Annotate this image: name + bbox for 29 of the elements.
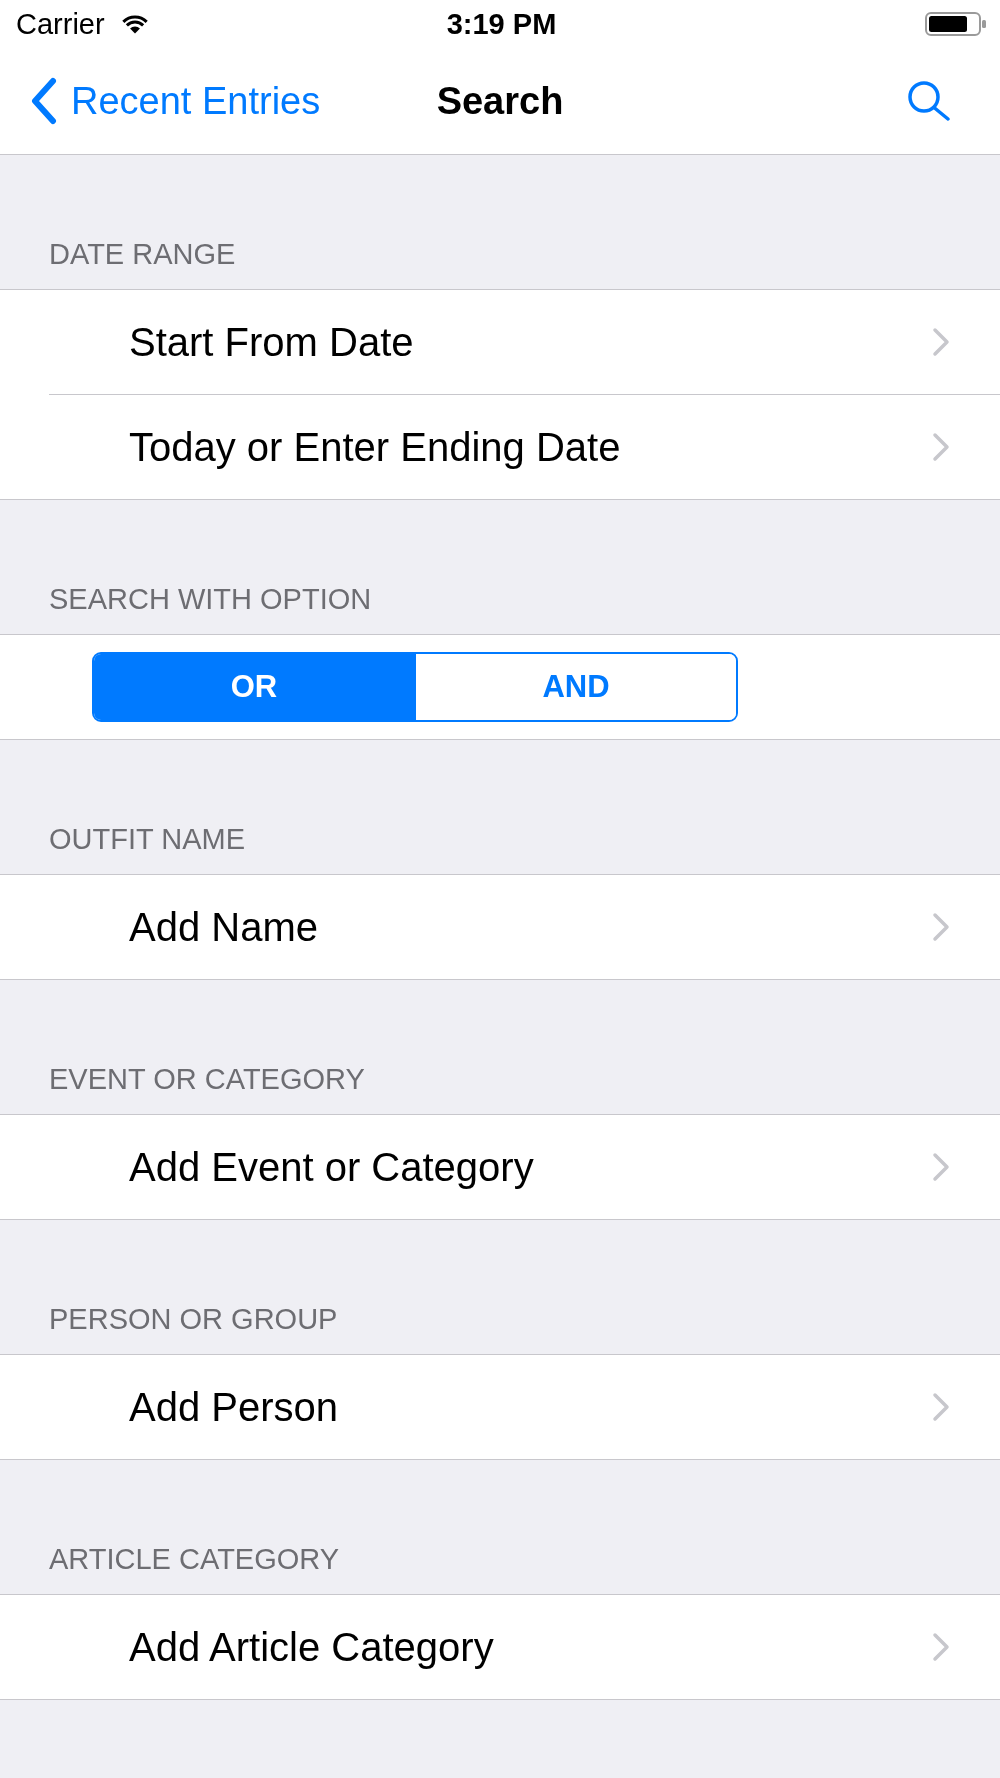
list-row[interactable]: Add Person [0, 1355, 1000, 1459]
chevron-right-icon [932, 1632, 950, 1662]
chevron-right-icon [932, 327, 950, 357]
section-header: EVENT OR CATEGORY [49, 1062, 365, 1096]
battery-icon [925, 12, 987, 36]
chevron-left-icon [30, 77, 57, 125]
wifi-icon [121, 14, 148, 34]
list-row[interactable]: Today or Enter Ending Date [0, 394, 1000, 499]
search-icon [907, 81, 951, 121]
chevron-right-icon [932, 1392, 950, 1422]
section-header: SEARCH WITH OPTION [49, 582, 372, 616]
list-row[interactable]: Add Article Category [0, 1595, 1000, 1699]
chevron-right-icon [932, 432, 950, 462]
section-header: ARTICLE CATEGORY [49, 1542, 340, 1576]
segment-option[interactable]: AND [414, 654, 736, 720]
chevron-right-icon [932, 912, 950, 942]
status-time: 3:19 PM [446, 7, 557, 41]
section-header: OUTFIT NAME [49, 822, 246, 856]
section-header: PERSON OR GROUP [49, 1302, 338, 1336]
list-row[interactable]: Add Name [0, 875, 1000, 979]
chevron-right-icon [932, 1152, 950, 1182]
section-header: DATE RANGE [49, 237, 236, 271]
carrier-name: Carrier [16, 7, 105, 41]
search-button[interactable] [907, 81, 951, 121]
navigation-title: Search [436, 79, 564, 124]
list-row[interactable]: Add Event or Category [0, 1115, 1000, 1219]
back-button[interactable]: Recent Entries [30, 77, 321, 125]
segment-option[interactable]: OR [94, 654, 414, 720]
list-row[interactable]: Start From Date [0, 290, 1000, 394]
